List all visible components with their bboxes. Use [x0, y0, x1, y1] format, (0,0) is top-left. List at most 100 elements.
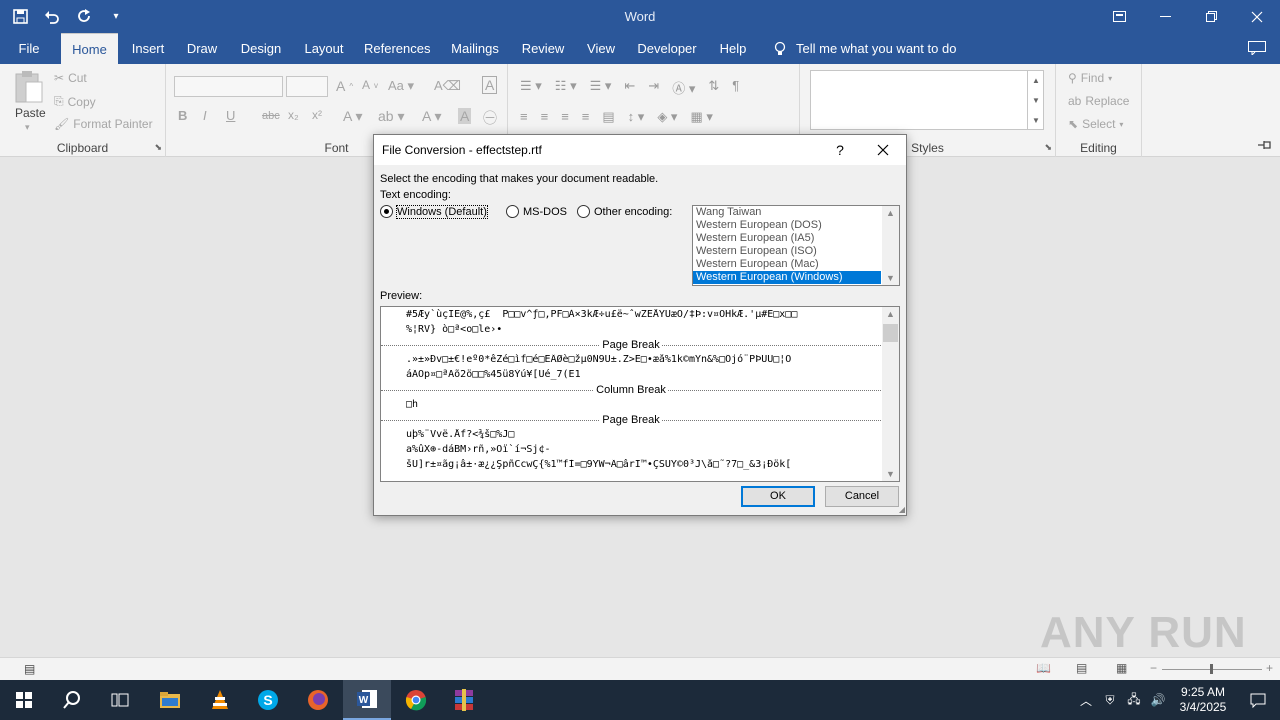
align-center-icon[interactable]: ≡	[541, 109, 549, 125]
italic-icon[interactable]: I	[203, 108, 207, 123]
notifications-icon[interactable]	[1236, 680, 1280, 720]
vlc-icon[interactable]	[196, 680, 244, 720]
encoding-scrollbar[interactable]: ▲ ▼	[882, 206, 899, 285]
line-spacing-icon[interactable]: ↕ ▾	[628, 109, 645, 125]
search-icon[interactable]	[48, 680, 96, 720]
radio-windows-dot[interactable]	[380, 205, 393, 218]
zoom-out-icon[interactable]: −	[1150, 661, 1157, 675]
increase-indent-icon[interactable]: ⇥	[648, 78, 659, 97]
read-mode-icon[interactable]: 📖	[1036, 661, 1051, 675]
borders-icon[interactable]: ▦ ▾	[690, 109, 712, 125]
tab-references[interactable]: References	[364, 33, 430, 64]
styles-gallery[interactable]	[810, 70, 1044, 130]
justify-icon[interactable]: ≡	[582, 109, 590, 125]
character-shading-icon[interactable]: A	[458, 108, 472, 124]
security-icon[interactable]: ⛨	[1098, 693, 1122, 708]
encoding-item[interactable]: Western European (DOS)	[693, 219, 899, 232]
tab-file[interactable]: File	[10, 33, 48, 64]
minimize-icon[interactable]	[1142, 0, 1188, 33]
tab-draw[interactable]: Draw	[182, 33, 222, 64]
tab-review[interactable]: Review	[519, 33, 567, 64]
encoding-item-selected[interactable]: Western European (Windows)	[693, 271, 881, 284]
restore-icon[interactable]	[1188, 0, 1234, 33]
paste-button[interactable]: Paste	[15, 106, 46, 120]
font-name-combo[interactable]	[174, 76, 283, 97]
encoding-listbox[interactable]: Wang Taiwan Western European (DOS) Weste…	[692, 205, 900, 286]
tray-chevron-icon[interactable]: ︿	[1074, 692, 1098, 709]
ribbon-display-icon[interactable]	[1096, 0, 1142, 33]
scroll-thumb[interactable]	[883, 324, 898, 342]
cancel-button[interactable]: Cancel	[825, 486, 899, 507]
tab-design[interactable]: Design	[236, 33, 286, 64]
highlight-icon[interactable]: ab ▾	[378, 108, 405, 125]
radio-msdos-dot[interactable]	[506, 205, 519, 218]
underline-icon[interactable]: U	[226, 108, 235, 123]
font-color-icon[interactable]: A ▾	[422, 108, 441, 125]
task-view-icon[interactable]	[96, 680, 144, 720]
tab-insert[interactable]: Insert	[126, 33, 170, 64]
file-explorer-icon[interactable]	[146, 680, 194, 720]
radio-other-encoding[interactable]: Other encoding:	[577, 205, 672, 218]
decrease-indent-icon[interactable]: ⇤	[624, 78, 635, 97]
web-layout-icon[interactable]: ▦	[1116, 661, 1127, 675]
align-right-icon[interactable]: ≡	[561, 109, 569, 125]
help-button[interactable]: ?	[829, 139, 851, 161]
paste-dropdown-icon[interactable]: ▾	[25, 122, 30, 133]
scroll-up-icon[interactable]: ▲	[882, 307, 899, 321]
clear-formatting-icon[interactable]: A⌫	[434, 78, 461, 94]
shading-icon[interactable]: ◈ ▾	[657, 109, 677, 125]
resize-grip-icon[interactable]: ◢	[899, 505, 905, 514]
styles-launcher-icon[interactable]: ⬊	[1044, 142, 1052, 153]
comments-icon[interactable]	[1248, 41, 1266, 55]
find-button[interactable]: ⚲ Find ▾	[1068, 71, 1112, 85]
scroll-down-icon[interactable]: ▼	[882, 271, 899, 285]
subscript-icon[interactable]: x₂	[288, 108, 299, 122]
save-icon[interactable]	[8, 5, 32, 29]
tab-help[interactable]: Help	[715, 33, 751, 64]
radio-ms-dos[interactable]: MS-DOS	[506, 205, 567, 218]
start-icon[interactable]	[0, 680, 48, 720]
ok-button[interactable]: OK	[741, 486, 815, 507]
tab-developer[interactable]: Developer	[634, 33, 700, 64]
tab-view[interactable]: View	[583, 33, 619, 64]
dialog-close-icon[interactable]	[872, 139, 894, 161]
zoom-thumb[interactable]	[1210, 664, 1213, 674]
copy-button[interactable]: ⎘ Copy	[54, 94, 96, 109]
clipboard-launcher-icon[interactable]: ⬊	[154, 142, 162, 153]
skype-icon[interactable]: S	[244, 680, 292, 720]
chrome-icon[interactable]	[392, 680, 440, 720]
sort-icon[interactable]: ⇅	[708, 78, 719, 97]
paste-icon[interactable]	[14, 70, 44, 104]
character-border-icon[interactable]: A	[482, 76, 498, 94]
encoding-item[interactable]: Western European (ISO)	[693, 245, 899, 258]
bold-icon[interactable]: B	[178, 108, 187, 123]
gallery-down-icon[interactable]: ▼	[1032, 96, 1040, 105]
encoding-item[interactable]: Western European (Mac)	[693, 258, 899, 271]
tab-home[interactable]: Home	[61, 33, 118, 64]
asian-layout-icon[interactable]: Ⓐ ▾	[672, 78, 695, 97]
tab-layout[interactable]: Layout	[300, 33, 348, 64]
tell-me-box[interactable]: Tell me what you want to do	[774, 33, 956, 64]
redo-icon[interactable]	[72, 5, 96, 29]
strikethrough-icon[interactable]: abc	[262, 110, 280, 122]
winrar-icon[interactable]	[440, 680, 488, 720]
encoding-item[interactable]: Wang Taiwan	[693, 206, 899, 219]
change-case-icon[interactable]: Aa ▾	[388, 78, 414, 94]
close-icon[interactable]	[1234, 0, 1280, 33]
volume-icon[interactable]: 🔊	[1146, 693, 1170, 707]
zoom-in-icon[interactable]: +	[1266, 661, 1273, 675]
page-info-icon[interactable]: ▤	[24, 662, 35, 676]
undo-icon[interactable]	[40, 5, 64, 29]
clock[interactable]: 9:25 AM 3/4/2025	[1170, 685, 1236, 715]
shrink-font-icon[interactable]: Av	[362, 78, 378, 92]
radio-windows-default[interactable]: Windows (Default)	[380, 204, 488, 219]
align-left-icon[interactable]: ≡	[520, 109, 528, 125]
print-layout-icon[interactable]: ▤	[1076, 661, 1087, 675]
bullets-icon[interactable]: ☰ ▾	[520, 78, 542, 97]
preview-scrollbar[interactable]: ▲ ▼	[882, 307, 899, 481]
styles-gallery-scroll[interactable]: ▲ ▼ ▼	[1027, 70, 1044, 130]
show-marks-icon[interactable]: ¶	[732, 78, 739, 97]
word-icon[interactable]: W	[343, 680, 391, 720]
replace-button[interactable]: ab Replace	[1068, 94, 1129, 108]
scroll-down-icon[interactable]: ▼	[882, 467, 899, 481]
